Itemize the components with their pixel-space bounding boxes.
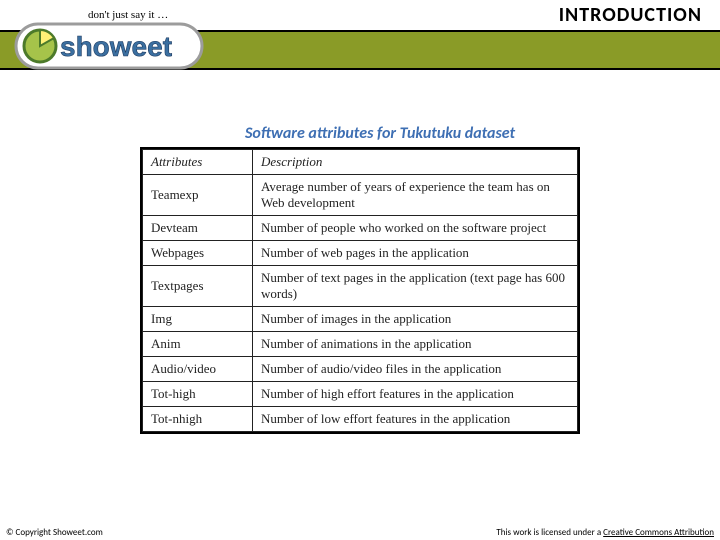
cell-attr: Devteam: [143, 216, 253, 241]
cell-attr: Anim: [143, 332, 253, 357]
attributes-table: Attributes Description TeamexpAverage nu…: [142, 149, 578, 432]
cell-attr: Img: [143, 307, 253, 332]
attributes-table-wrap: Attributes Description TeamexpAverage nu…: [140, 147, 580, 434]
copyright-text: © Copyright Showeet.com: [6, 527, 103, 538]
slide-header: INTRODUCTION don't just say it … showeet: [0, 0, 720, 72]
cell-attr: Webpages: [143, 241, 253, 266]
header-description: Description: [253, 150, 578, 175]
cell-desc: Number of high effort features in the ap…: [253, 382, 578, 407]
table-row: Tot-nhighNumber of low effort features i…: [143, 407, 578, 432]
table-caption: Software attributes for Tukutuku dataset: [40, 124, 720, 143]
cell-desc: Number of low effort features in the app…: [253, 407, 578, 432]
license-link[interactable]: Creative Commons Attribution: [603, 527, 714, 538]
cell-attr: Teamexp: [143, 175, 253, 216]
showeet-logo: don't just say it … showeet: [10, 4, 210, 74]
cell-desc: Number of people who worked on the softw…: [253, 216, 578, 241]
slide-body: Software attributes for Tukutuku dataset…: [0, 72, 720, 434]
license-text: This work is licensed under a Creative C…: [496, 527, 714, 538]
slide-footer: © Copyright Showeet.com This work is lic…: [6, 527, 714, 538]
table-row: TeamexpAverage number of years of experi…: [143, 175, 578, 216]
cell-desc: Number of web pages in the application: [253, 241, 578, 266]
cell-attr: Textpages: [143, 266, 253, 307]
table-row: Audio/videoNumber of audio/video files i…: [143, 357, 578, 382]
logo-tagline: don't just say it …: [88, 9, 168, 21]
table-row: TextpagesNumber of text pages in the app…: [143, 266, 578, 307]
cell-desc: Number of animations in the application: [253, 332, 578, 357]
logo-wordmark: showeet: [60, 31, 172, 62]
cell-attr: Tot-high: [143, 382, 253, 407]
table-row: WebpagesNumber of web pages in the appli…: [143, 241, 578, 266]
license-prefix: This work is licensed under a: [496, 527, 603, 538]
header-attributes: Attributes: [143, 150, 253, 175]
caption-text: Software attributes for Tukutuku dataset: [245, 124, 515, 143]
table-row: AnimNumber of animations in the applicat…: [143, 332, 578, 357]
cell-attr: Audio/video: [143, 357, 253, 382]
cell-desc: Number of images in the application: [253, 307, 578, 332]
table-header-row: Attributes Description: [143, 150, 578, 175]
cell-desc: Number of text pages in the application …: [253, 266, 578, 307]
table-row: DevteamNumber of people who worked on th…: [143, 216, 578, 241]
table-row: ImgNumber of images in the application: [143, 307, 578, 332]
page-title: INTRODUCTION: [559, 3, 702, 27]
cell-desc: Average number of years of experience th…: [253, 175, 578, 216]
table-row: Tot-highNumber of high effort features i…: [143, 382, 578, 407]
cell-desc: Number of audio/video files in the appli…: [253, 357, 578, 382]
cell-attr: Tot-nhigh: [143, 407, 253, 432]
